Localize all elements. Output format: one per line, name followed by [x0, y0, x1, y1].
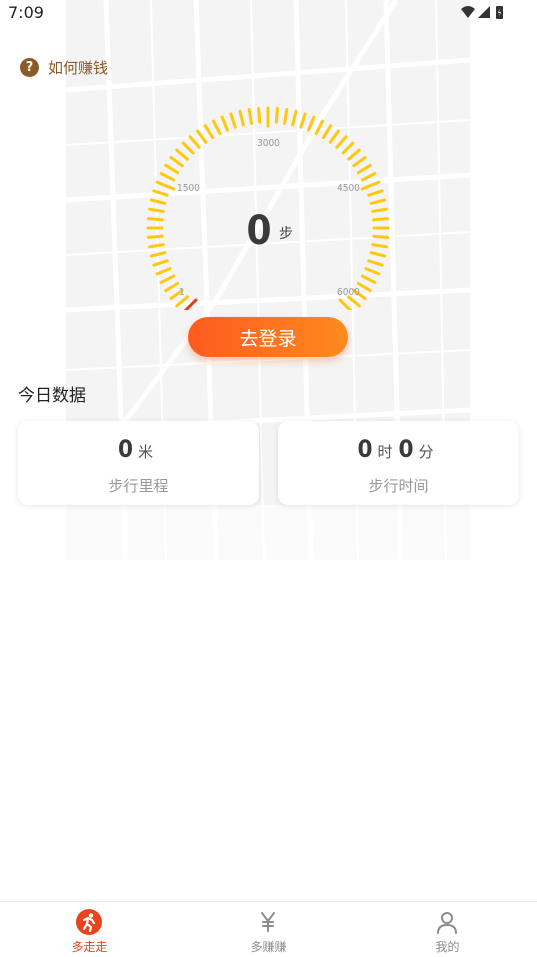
gauge-tick [212, 119, 222, 136]
bottom-tab-bar: 多走走 多赚赚 我的 [0, 901, 537, 957]
gauge-tick [181, 141, 195, 155]
gauge-tick [175, 148, 189, 161]
distance-card: 0 米 步行里程 [18, 421, 259, 505]
gauge-tick-label-1: 1 [179, 287, 185, 298]
walk-time-label: 步行时间 [368, 477, 429, 495]
step-gauge: 1 1500 3000 4500 6000 0 步 [135, 100, 401, 315]
gauge-tick [159, 172, 176, 182]
distance-label: 步行里程 [108, 477, 169, 495]
gauge-tick [369, 251, 387, 258]
gauge-tick [356, 163, 372, 175]
walk-hours-value: 0 [357, 435, 373, 463]
gauge-tick [257, 106, 262, 124]
gauge-tick [338, 298, 355, 315]
distance-value: 0 [117, 435, 133, 463]
gauge-tick [175, 295, 189, 308]
gauge-tick [152, 189, 169, 197]
gauge-tick [169, 156, 184, 168]
status-time: 7:09 [8, 3, 44, 22]
gauge-tick [347, 295, 361, 308]
gauge-tick [229, 112, 237, 129]
gauge-tick-label-3000: 3000 [257, 138, 280, 149]
gauge-tick [328, 129, 340, 144]
gauge-tick [247, 108, 253, 125]
yen-icon [261, 912, 275, 932]
status-icons [459, 4, 509, 26]
gauge-tick [367, 189, 384, 197]
gauge-tick [335, 135, 348, 149]
gauge-tick [155, 267, 172, 276]
gauge-tick [283, 108, 289, 125]
gauge-tick [238, 109, 245, 127]
steps-value: 0 [246, 208, 271, 254]
how-to-earn-link[interactable]: ? 如何赚钱 [20, 56, 108, 78]
walk-minutes-unit: 分 [418, 443, 434, 461]
gauge-tick [149, 251, 167, 258]
tab-walk[interactable]: 多走走 [0, 902, 179, 957]
gauge-tick [369, 198, 387, 205]
login-button[interactable]: 去登录 [188, 317, 348, 357]
gauge-tick [152, 259, 169, 267]
tab-earn-label: 多赚赚 [250, 940, 287, 954]
gauge-tick [347, 148, 361, 161]
gauge-tick [371, 207, 388, 213]
person-icon [437, 912, 457, 934]
gauge-tick [274, 106, 279, 124]
gauge-tick [307, 115, 316, 132]
signal-icon [478, 6, 490, 18]
tab-mine-label: 我的 [435, 940, 460, 954]
gauge-tick [371, 243, 388, 249]
tab-walk-label: 多走走 [71, 940, 108, 954]
gauge-tick [149, 198, 167, 205]
gauge-tick [188, 135, 201, 149]
gauge-tick [148, 243, 165, 249]
gauge-tick [341, 141, 355, 155]
walk-minutes-value: 0 [398, 435, 414, 463]
question-icon: ? [20, 57, 39, 77]
distance-unit: 米 [138, 443, 154, 461]
gauge-tick [164, 281, 180, 293]
gauge-tick [146, 217, 164, 222]
tab-earn[interactable]: 多赚赚 [179, 902, 358, 957]
walk-hours-unit: 时 [377, 443, 393, 461]
gauge-tick [356, 281, 372, 293]
gauge-tick [196, 129, 208, 144]
gauge-tick [372, 234, 390, 239]
gauge-tick [367, 259, 384, 267]
wifi-icon [461, 6, 475, 18]
gauge-tick [299, 112, 307, 129]
gauge-tick [148, 207, 165, 213]
how-to-earn-label: 如何赚钱 [48, 58, 109, 77]
gauge-tick [159, 274, 176, 284]
steps-unit: 步 [279, 226, 293, 242]
gauge-tick [181, 298, 198, 315]
gauge-tick-label-4500: 4500 [337, 183, 360, 194]
gauge-tick [314, 119, 324, 136]
gauge-tick [291, 109, 298, 127]
gauge-tick [164, 163, 180, 175]
gauge-tick [364, 267, 381, 276]
gauge-tick-label-6000: 6000 [337, 287, 360, 298]
running-person-icon [76, 909, 102, 935]
walk-time-card: 0 时 0 分 步行时间 [278, 421, 519, 505]
gauge-tick-label-1500: 1500 [177, 183, 200, 194]
gauge-tick [372, 217, 390, 222]
gauge-tick [155, 180, 176, 191]
status-bar: 7:09 [0, 0, 537, 26]
gauge-tick [146, 234, 164, 239]
gauge-tick [360, 172, 377, 182]
gauge-tick [220, 115, 229, 132]
gauge-tick [203, 124, 215, 140]
gauge-tick [360, 274, 377, 284]
tab-mine[interactable]: 我的 [358, 902, 537, 957]
gauge-tick [321, 124, 333, 140]
today-data-title: 今日数据 [18, 386, 86, 406]
gauge-tick [352, 156, 367, 168]
gauge-tick [360, 180, 381, 191]
